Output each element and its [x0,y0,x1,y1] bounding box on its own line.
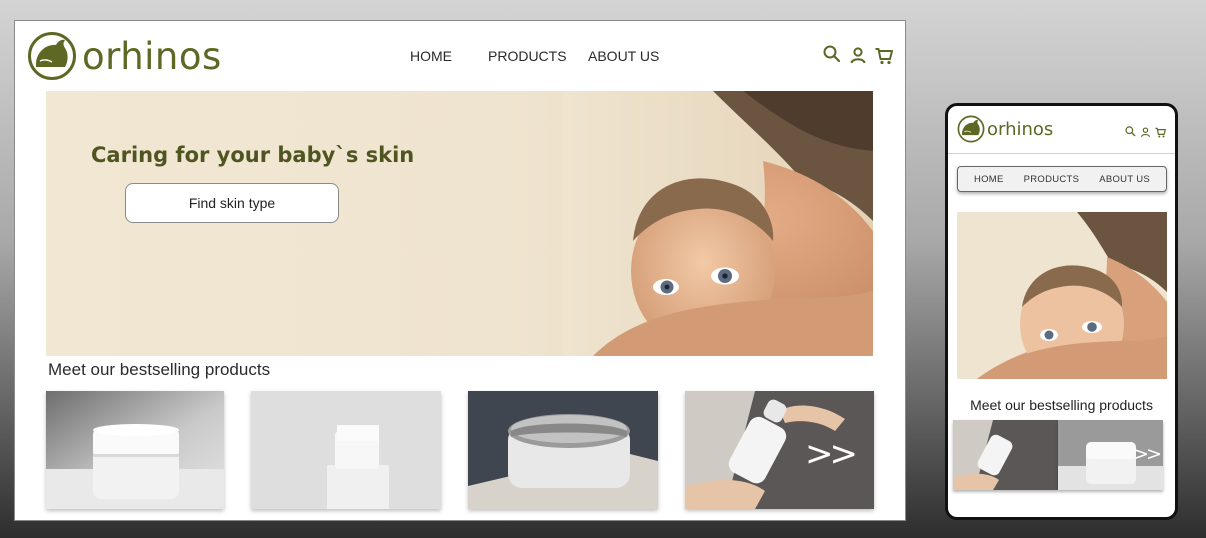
brand-name: orhinos [82,34,222,78]
mobile-nav: HOME PRODUCTS ABOUT US [957,166,1167,192]
mobile-product-card-cream-jar[interactable]: >> [1058,420,1163,490]
main-nav: HOME PRODUCTS ABOUT US [410,48,659,64]
hero-banner: Caring for your baby`s skin Find skin ty… [46,91,873,356]
mobile-hero-banner [957,212,1167,379]
desktop-mockup: orhinos HOME PRODUCTS ABOUT US Caring fo… [14,20,906,521]
hero-baby-photo [563,91,873,356]
user-icon[interactable] [849,45,867,65]
mobile-header-icons [1125,123,1166,138]
mobile-nav-home[interactable]: HOME [974,174,1004,185]
mobile-brand-name: orhinos [987,118,1054,140]
mobile-brand-logo[interactable]: orhinos [957,115,1053,143]
product-card-bottle-in-hands[interactable]: >> [685,391,874,509]
mobile-product-card-bottle-in-hands[interactable] [953,420,1058,490]
mobile-next-products-arrow[interactable]: >> [1133,445,1162,464]
search-icon[interactable] [823,45,841,65]
find-skin-type-button[interactable]: Find skin type [125,183,339,223]
mobile-search-icon[interactable] [1125,123,1136,137]
mobile-bestsellers-title: Meet our bestselling products [970,397,1153,413]
mobile-bottle-in-hands-image [953,420,1058,490]
hero-title: Caring for your baby`s skin [91,143,415,167]
brand-logo[interactable]: orhinos [27,31,222,81]
mobile-logo-mark-icon [957,115,985,143]
cream-jar-image [46,391,224,509]
mobile-nav-about-us[interactable]: ABOUT US [1099,174,1150,185]
mobile-products-row: >> [953,420,1164,490]
product-card-pump-bottle[interactable] [251,391,441,509]
next-products-arrow[interactable]: >> [805,437,858,471]
product-card-cream-jar[interactable] [46,391,224,509]
mobile-nav-products[interactable]: PRODUCTS [1024,174,1080,185]
mobile-user-icon[interactable] [1140,123,1151,138]
mobile-cart-icon[interactable] [1155,123,1166,138]
mobile-header: orhinos [948,106,1175,154]
nav-home[interactable]: HOME [410,48,488,64]
bestsellers-title: Meet our bestselling products [48,360,271,379]
header-icons [823,45,893,65]
cart-icon[interactable] [875,45,893,65]
metal-tin-image [468,391,658,509]
mobile-hero-baby-photo [957,212,1167,379]
logo-mark-icon [28,32,76,80]
nav-about-us[interactable]: ABOUT US [588,48,659,64]
pump-bottle-image [251,391,441,509]
nav-products[interactable]: PRODUCTS [488,48,588,64]
mobile-mockup: orhinos HOME PRODUCTS ABOUT US Meet our … [945,103,1178,520]
product-card-metal-tin[interactable] [468,391,658,509]
